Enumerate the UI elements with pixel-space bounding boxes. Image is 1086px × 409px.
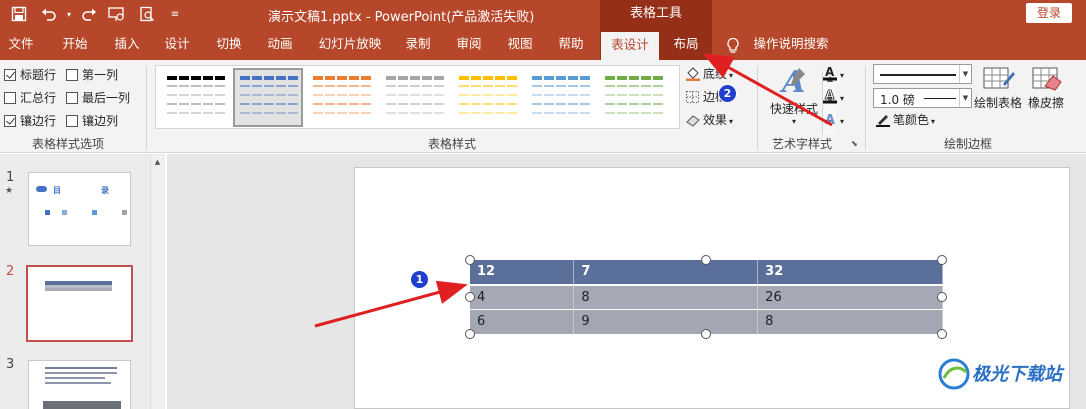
arrow-to-table — [314, 280, 468, 328]
step-badge-2: 2 — [718, 84, 737, 103]
watermark-logo-icon — [938, 358, 970, 390]
step-badge-1: 1 — [410, 270, 429, 289]
watermark: 极光下载站 — [938, 356, 1078, 400]
watermark-text: 极光下载站 — [972, 364, 1062, 385]
annotation-arrows — [314, 53, 833, 328]
